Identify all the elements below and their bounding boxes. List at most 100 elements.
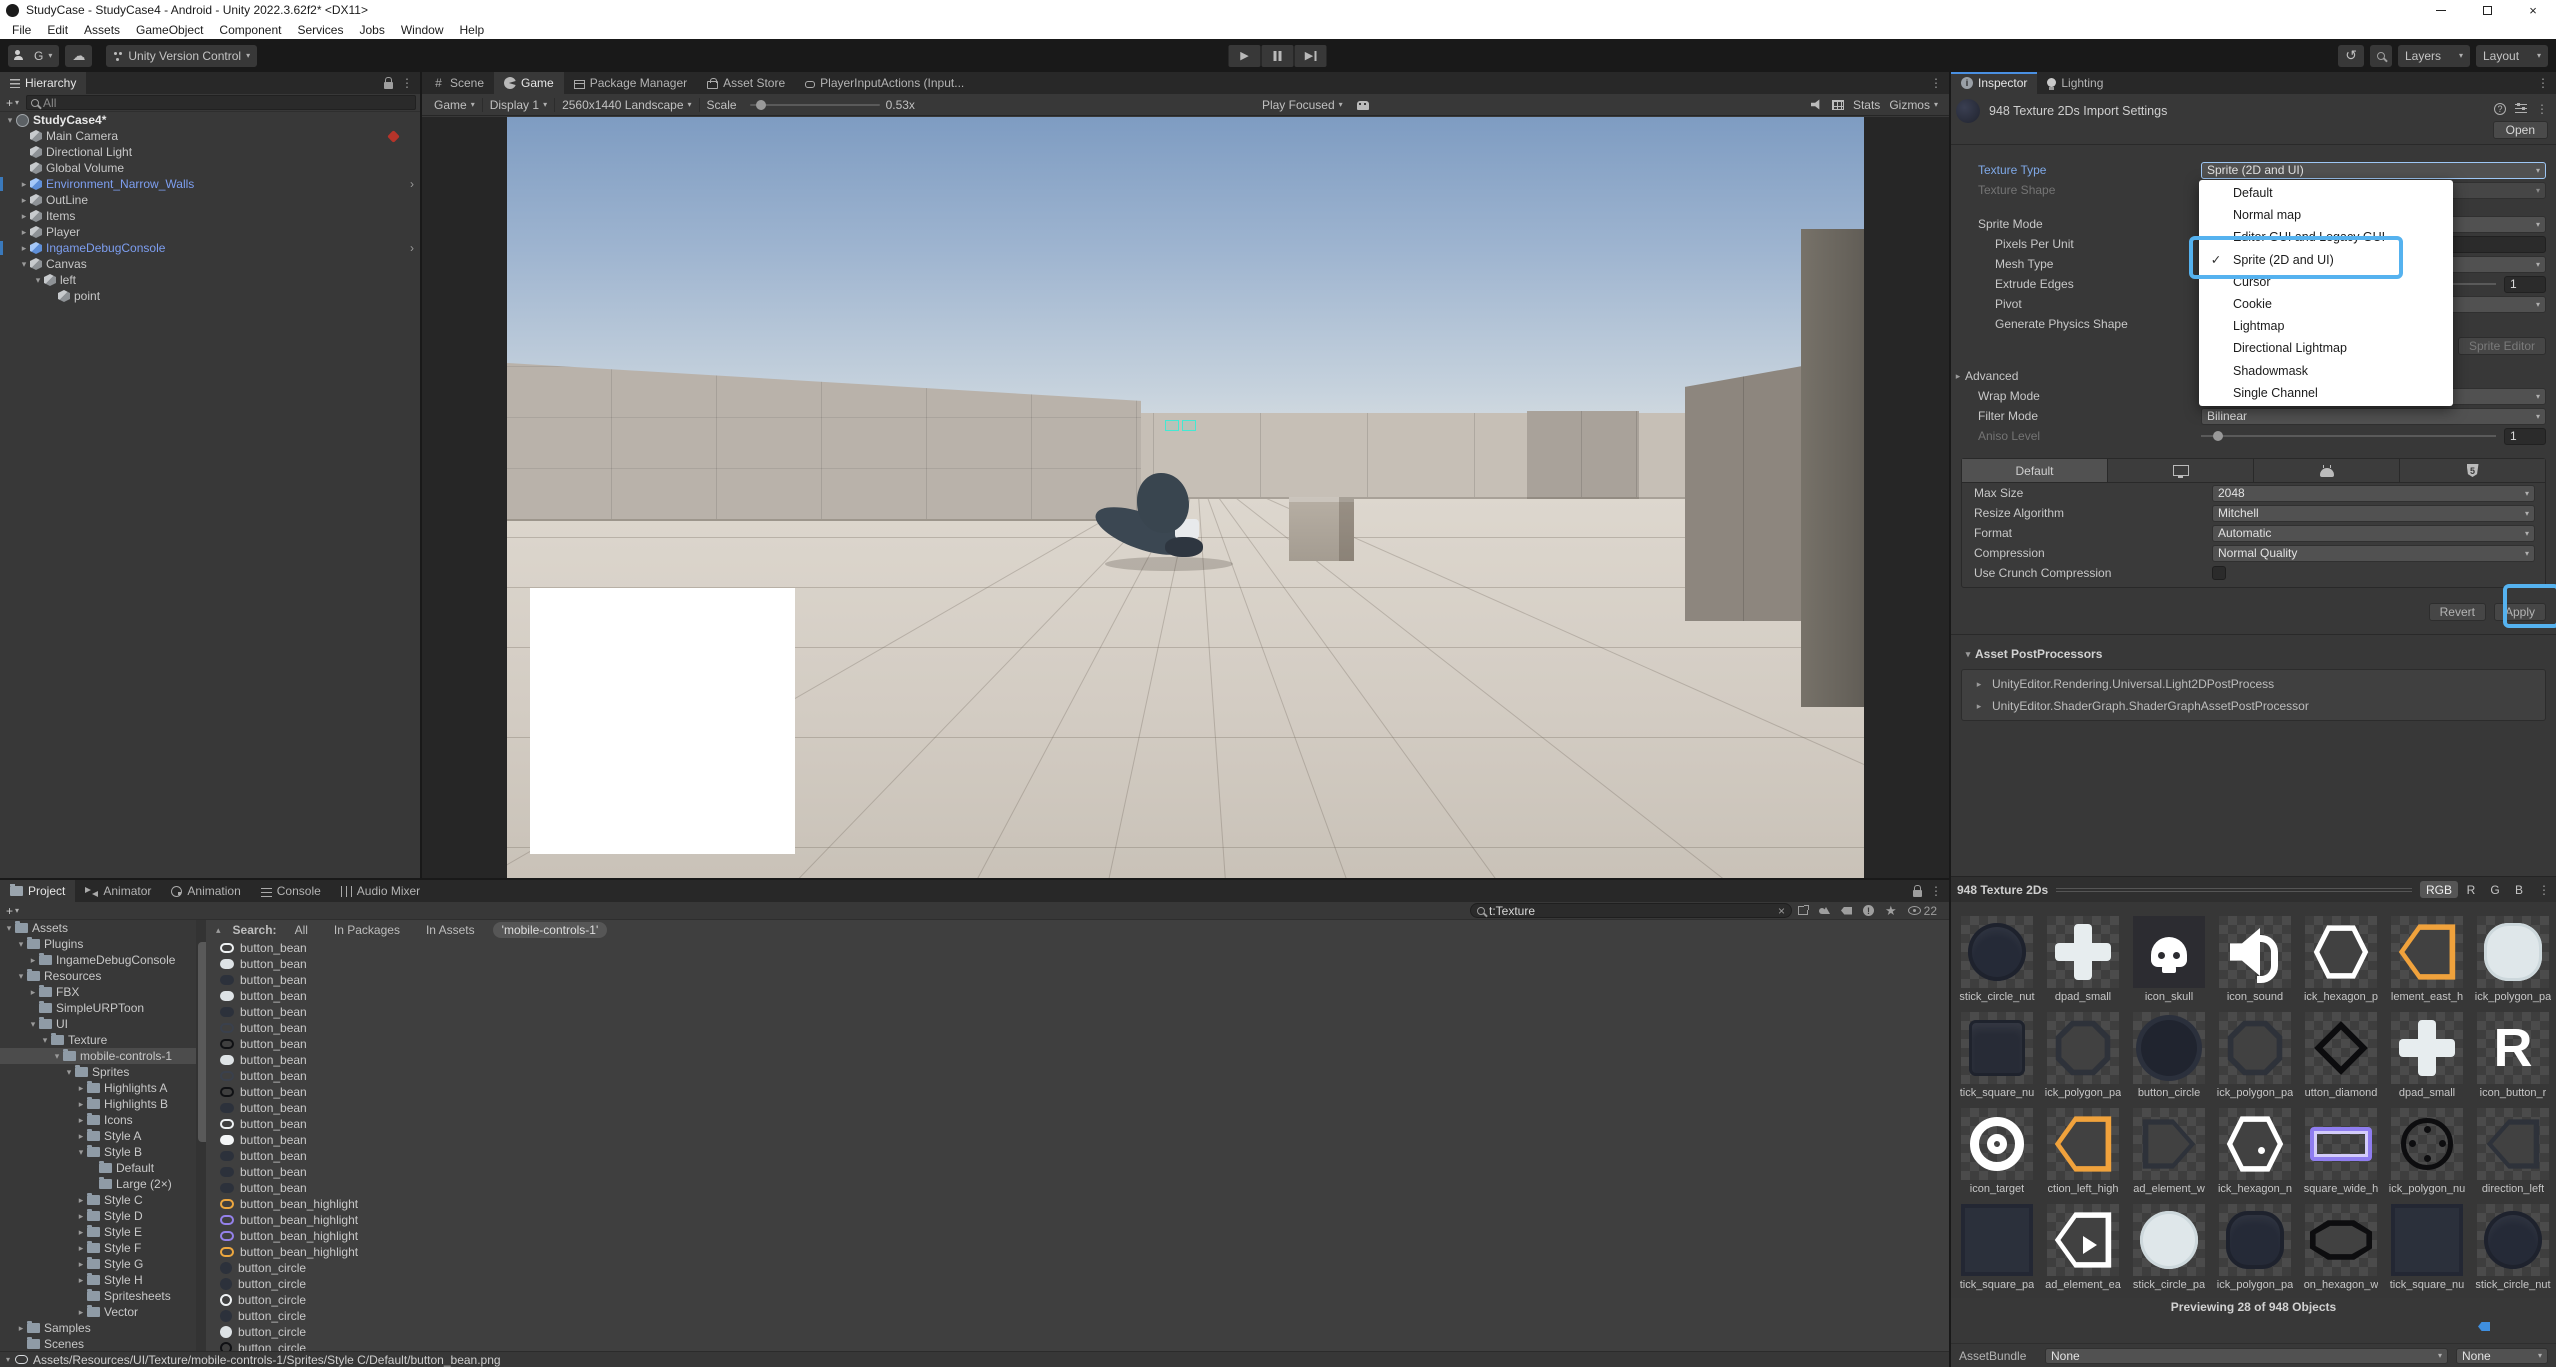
preview-item-button-circle[interactable]: button_circle bbox=[2126, 1012, 2212, 1106]
project-folder-scenes[interactable]: Scenes bbox=[0, 1336, 196, 1351]
property-checkbox[interactable] bbox=[2212, 566, 2226, 580]
kebab-menu-icon[interactable]: ⋮ bbox=[2537, 76, 2549, 90]
kebab-menu-icon[interactable]: ⋮ bbox=[401, 76, 413, 90]
foldout-arrow-icon[interactable]: ▸ bbox=[1951, 371, 1965, 382]
minimize-button[interactable] bbox=[2418, 0, 2464, 20]
presets-icon[interactable] bbox=[2515, 104, 2527, 114]
preview-item-icon-button-r[interactable]: Ricon_button_r bbox=[2470, 1012, 2556, 1106]
project-tree-scrollbar[interactable] bbox=[196, 920, 206, 1351]
project-folder-ui[interactable]: ▾UI bbox=[0, 1016, 196, 1032]
layout-dropdown[interactable]: Layout▾ bbox=[2476, 45, 2548, 67]
foldout-arrow-icon[interactable]: ▸ bbox=[27, 987, 39, 998]
file-item-button-bean[interactable]: button_bean bbox=[206, 972, 1949, 988]
menu-item-services[interactable]: Services bbox=[289, 20, 351, 39]
project-folder-style-f[interactable]: ▸Style F bbox=[0, 1240, 196, 1256]
project-folder-plugins[interactable]: ▾Plugins bbox=[0, 936, 196, 952]
file-item-button-bean[interactable]: button_bean bbox=[206, 956, 1949, 972]
help-icon[interactable]: ? bbox=[2494, 103, 2506, 115]
file-item-button-bean[interactable]: button_bean bbox=[206, 1004, 1949, 1020]
file-item-button-bean[interactable]: button_bean bbox=[206, 1116, 1949, 1132]
platform-tab-default[interactable]: Default bbox=[1962, 459, 2108, 482]
hierarchy-item-studycase4[interactable]: ▾StudyCase4* bbox=[0, 112, 420, 128]
file-item-button-circle[interactable]: button_circle bbox=[206, 1276, 1949, 1292]
preview-item-ick-polygon-pa[interactable]: ick_polygon_pa bbox=[2212, 1204, 2298, 1298]
file-item-button-bean[interactable]: button_bean bbox=[206, 1052, 1949, 1068]
preview-item-tick-square-nu[interactable]: tick_square_nu bbox=[1954, 1012, 2040, 1106]
kebab-menu-icon[interactable]: ⋮ bbox=[1930, 76, 1942, 90]
hierarchy-item-global-volume[interactable]: Global Volume bbox=[0, 160, 420, 176]
hierarchy-search-input[interactable]: All bbox=[26, 95, 416, 110]
resolution-dropdown[interactable]: 2560x1440 Landscape▾ bbox=[555, 94, 698, 115]
mute-audio-icon[interactable] bbox=[1811, 99, 1823, 111]
lock-icon[interactable] bbox=[384, 82, 393, 89]
hierarchy-item-directional-light[interactable]: Directional Light bbox=[0, 144, 420, 160]
tab-inspector[interactable]: iInspector bbox=[1951, 72, 2037, 94]
step-button[interactable]: ▶ bbox=[1295, 45, 1327, 67]
preview-item-stick-circle-nut[interactable]: stick_circle_nut bbox=[1954, 916, 2040, 1010]
foldout-arrow-icon[interactable]: ▸ bbox=[75, 1115, 87, 1126]
foldout-arrow-icon[interactable]: ▸ bbox=[75, 1259, 87, 1270]
project-folder-spritesheets[interactable]: Spritesheets bbox=[0, 1288, 196, 1304]
preview-drag-handle[interactable] bbox=[2056, 888, 2412, 892]
platform-tab-android[interactable] bbox=[2254, 459, 2400, 482]
slider-track[interactable] bbox=[2201, 435, 2496, 437]
file-item-button-bean-highlight[interactable]: button_bean_highlight bbox=[206, 1228, 1949, 1244]
file-item-button-circle[interactable]: button_circle bbox=[206, 1340, 1949, 1351]
project-folder-vector[interactable]: ▸Vector bbox=[0, 1304, 196, 1320]
preview-item-ad-element-w[interactable]: ad_element_w bbox=[2126, 1108, 2212, 1202]
asset-labels-icon[interactable] bbox=[2478, 1322, 2490, 1331]
scale-slider[interactable] bbox=[750, 104, 880, 106]
tab-project[interactable]: Project bbox=[0, 880, 75, 902]
postprocessor-item[interactable]: ▸UnityEditor.ShaderGraph.ShaderGraphAsse… bbox=[1962, 695, 2545, 717]
foldout-arrow-icon[interactable]: ▸ bbox=[18, 211, 30, 222]
lock-icon[interactable] bbox=[1913, 890, 1922, 897]
prefab-chevron-icon[interactable]: › bbox=[410, 177, 414, 191]
hierarchy-item-items[interactable]: ▸Items bbox=[0, 208, 420, 224]
account-button[interactable]: G ▾ bbox=[8, 45, 59, 67]
device-simulator-icon[interactable] bbox=[1350, 94, 1376, 115]
tab-audio-mixer[interactable]: Audio Mixer bbox=[331, 880, 430, 902]
project-search-input[interactable]: t:Texture × bbox=[1470, 903, 1792, 918]
file-item-button-bean[interactable]: button_bean bbox=[206, 1068, 1949, 1084]
search-importlog-icon[interactable]: ! bbox=[1863, 905, 1874, 916]
tab-console[interactable]: Console bbox=[251, 880, 331, 902]
preview-item-dpad-small[interactable]: dpad_small bbox=[2040, 916, 2126, 1010]
search-token[interactable]: 'mobile-controls-1' bbox=[493, 922, 608, 938]
preview-item-icon-skull[interactable]: icon_skull bbox=[2126, 916, 2212, 1010]
open-button[interactable]: Open bbox=[2493, 121, 2548, 139]
project-folder-style-d[interactable]: ▸Style D bbox=[0, 1208, 196, 1224]
foldout-arrow-icon[interactable]: ▸ bbox=[75, 1083, 87, 1094]
foldout-arrow-icon[interactable]: ▸ bbox=[75, 1211, 87, 1222]
layers-dropdown[interactable]: Layers▾ bbox=[2398, 45, 2470, 67]
project-folder-style-e[interactable]: ▸Style E bbox=[0, 1224, 196, 1240]
property-dropdown[interactable]: Mitchell▾ bbox=[2212, 505, 2535, 522]
sprite-editor-button[interactable]: Sprite Editor bbox=[2458, 337, 2546, 355]
collapse-column-icon[interactable]: ▴ bbox=[216, 925, 221, 936]
preview-item-ad-element-ea[interactable]: ad_element_ea bbox=[2040, 1204, 2126, 1298]
preview-header[interactable]: 948 Texture 2Ds RGBRGB ⋮ bbox=[1951, 876, 2556, 902]
create-asset-button[interactable]: +▾ bbox=[4, 904, 21, 918]
project-folder-texture[interactable]: ▾Texture bbox=[0, 1032, 196, 1048]
project-folder-simpleurptoon[interactable]: SimpleURPToon bbox=[0, 1000, 196, 1016]
project-folder-style-h[interactable]: ▸Style H bbox=[0, 1272, 196, 1288]
file-item-button-bean-highlight[interactable]: button_bean_highlight bbox=[206, 1196, 1949, 1212]
file-item-button-bean-highlight[interactable]: button_bean_highlight bbox=[206, 1244, 1949, 1260]
search-button[interactable] bbox=[2370, 45, 2392, 67]
dropdown-option-default[interactable]: Default bbox=[2199, 182, 2453, 204]
preview-item-icon-target[interactable]: icon_target bbox=[1954, 1108, 2040, 1202]
file-item-button-bean[interactable]: button_bean bbox=[206, 1164, 1949, 1180]
kebab-menu-icon[interactable]: ⋮ bbox=[2536, 102, 2548, 116]
foldout-arrow-icon[interactable]: ▸ bbox=[75, 1275, 87, 1286]
preview-item-ick-polygon-pa[interactable]: ick_polygon_pa bbox=[2212, 1012, 2298, 1106]
pause-button[interactable] bbox=[1262, 45, 1294, 67]
preview-item-ick-polygon-pa[interactable]: ick_polygon_pa bbox=[2040, 1012, 2126, 1106]
hierarchy-item-player[interactable]: ▸Player bbox=[0, 224, 420, 240]
preview-item-direction-left[interactable]: direction_left bbox=[2470, 1108, 2556, 1202]
foldout-arrow-icon[interactable]: ▸ bbox=[1972, 701, 1986, 712]
vsync-grid-icon[interactable] bbox=[1832, 100, 1844, 110]
display-dropdown[interactable]: Display 1▾ bbox=[483, 94, 554, 115]
foldout-arrow-icon[interactable]: ▸ bbox=[18, 227, 30, 238]
close-button[interactable]: × bbox=[2510, 0, 2556, 20]
menu-item-help[interactable]: Help bbox=[452, 20, 493, 39]
preview-item-on-hexagon-w[interactable]: on_hexagon_w bbox=[2298, 1204, 2384, 1298]
